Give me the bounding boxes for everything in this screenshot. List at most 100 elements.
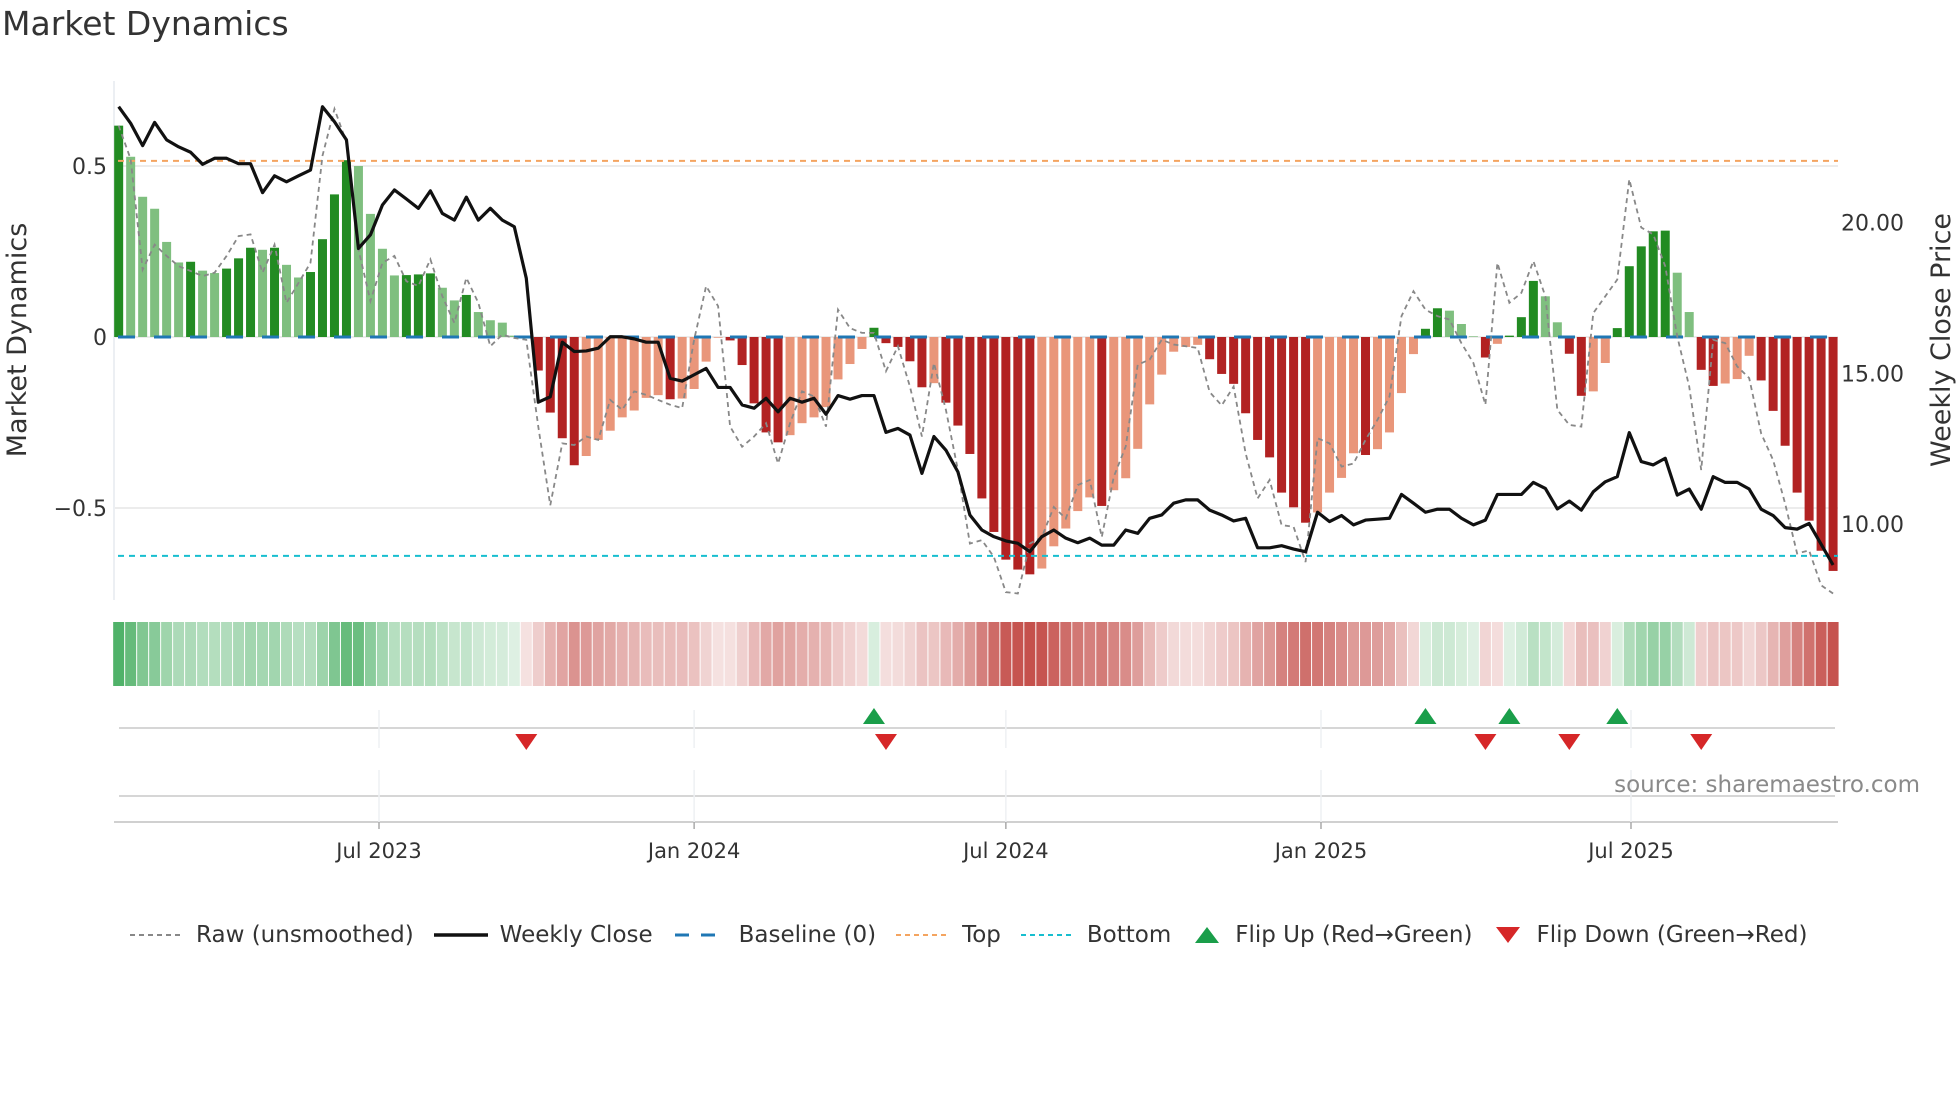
dynamics-bar <box>1792 337 1802 493</box>
dynamics-bar <box>1061 337 1071 529</box>
dynamics-bar <box>305 272 315 337</box>
y-axis-label: Market Dynamics <box>2 223 33 458</box>
heat-strip-cell <box>1551 622 1563 686</box>
heat-strip-cell <box>1527 622 1539 686</box>
heat-strip-cell <box>964 622 976 686</box>
legend-label: Bottom <box>1086 922 1172 948</box>
y2-tick-label: 20.00 <box>1841 212 1904 237</box>
heat-strip-cell <box>388 622 400 686</box>
y-tick-label: 0.5 <box>72 155 107 180</box>
heat-strip-cell <box>352 622 364 686</box>
dynamics-bar <box>1217 337 1227 374</box>
heat-strip-cell <box>856 622 868 686</box>
dynamics-bar <box>701 337 711 362</box>
dynamics-bar <box>174 262 184 337</box>
heat-strip-cell <box>1419 622 1431 686</box>
heat-strip-cell <box>1036 622 1048 686</box>
heat-strip-cell <box>1731 622 1743 686</box>
heat-strip-cell <box>532 622 544 686</box>
dynamics-bar <box>1540 296 1550 337</box>
dynamics-bar <box>713 337 723 338</box>
dynamics-bar <box>258 249 268 337</box>
dynamics-bar <box>1552 322 1562 337</box>
heat-strip-cell <box>484 622 496 686</box>
legend-item-raw: Raw (unsmoothed) <box>128 922 414 948</box>
dynamics-bar <box>150 208 160 337</box>
dynamics-bar <box>1013 337 1023 570</box>
heat-strip-cell <box>1659 622 1671 686</box>
heat-strip-cell <box>436 622 448 686</box>
dynamics-bar <box>449 300 459 337</box>
flip-up-marker <box>1414 708 1437 724</box>
heat-strip-cell <box>1803 622 1815 686</box>
heat-strip-cell <box>592 622 604 686</box>
dynamics-bar <box>1289 337 1299 508</box>
heat-strip-cell <box>1779 622 1791 686</box>
heat-strip-cell <box>1431 622 1443 686</box>
heat-strip-cell <box>952 622 964 686</box>
flip-up-marker <box>1606 708 1629 724</box>
flip-up-marker <box>1498 708 1521 724</box>
heat-strip-cell <box>1635 622 1647 686</box>
heat-strip-cell <box>1360 622 1372 686</box>
dynamics-bar <box>1816 337 1826 551</box>
flip-down-marker <box>1690 734 1713 750</box>
legend-label: Flip Up (Red→Green) <box>1235 922 1473 948</box>
heat-strip-cell <box>125 622 137 686</box>
dynamics-bar <box>545 337 555 413</box>
x-tick-label: Jul 2025 <box>1586 839 1673 863</box>
dynamics-bar <box>234 258 244 337</box>
dynamics-bar <box>797 337 807 424</box>
dynamics-bar <box>186 261 196 337</box>
dynamics-bar <box>1780 337 1790 446</box>
x-tick-label: Jul 2024 <box>961 839 1048 863</box>
dynamics-bar <box>1145 337 1155 405</box>
legend-label: Weekly Close <box>499 922 653 948</box>
y2-tick-label: 15.00 <box>1841 362 1904 387</box>
dynamics-bar <box>138 196 148 337</box>
heat-strip-cell <box>1515 622 1527 686</box>
dynamics-bar <box>641 337 651 398</box>
dynamics-bar <box>1516 317 1526 337</box>
heat-strip-cell <box>1072 622 1084 686</box>
dynamics-bar <box>246 247 256 337</box>
heat-strip-cell <box>844 622 856 686</box>
heat-strip-cell <box>724 622 736 686</box>
heat-strip-cell <box>1539 622 1551 686</box>
heat-strip-cell <box>1168 622 1180 686</box>
heat-strip-cell <box>1707 622 1719 686</box>
heat-strip-cell <box>736 622 748 686</box>
heat-strip-cell <box>580 622 592 686</box>
dynamics-bar <box>1564 337 1574 354</box>
heat-strip-cell <box>1060 622 1072 686</box>
dynamics-bar <box>198 270 208 337</box>
heat-strip-cell <box>400 622 412 686</box>
heat-strip-cell <box>604 622 616 686</box>
heat-strip-cell <box>161 622 173 686</box>
heat-strip-cell <box>1156 622 1168 686</box>
dynamics-bar <box>282 264 292 337</box>
heat-strip-cell <box>1336 622 1348 686</box>
dynamics-bar <box>1001 337 1011 560</box>
legend-swatch-top <box>896 934 951 936</box>
heat-strip-cell <box>364 622 376 686</box>
heat-strip-cell <box>1755 622 1767 686</box>
dynamics-bar <box>1097 337 1107 506</box>
heat-strip-cell <box>1611 622 1623 686</box>
dynamics-bar <box>222 268 232 337</box>
heat-strip-cell <box>1084 622 1096 686</box>
heat-strip-cell <box>916 622 928 686</box>
dynamics-bar <box>977 337 987 499</box>
dynamics-bar <box>1205 337 1215 360</box>
heat-strip-cell <box>1264 622 1276 686</box>
heat-strip-cell <box>1180 622 1192 686</box>
dynamics-bar <box>845 337 855 365</box>
heat-strip-cell <box>1491 622 1503 686</box>
legend-swatch-flip_up <box>1195 927 1220 943</box>
heat-strip-cell <box>113 622 125 686</box>
dynamics-bar <box>1648 231 1658 337</box>
dynamics-bar <box>1337 337 1347 478</box>
heat-strip-cell <box>1587 622 1599 686</box>
heat-strip <box>113 622 1839 686</box>
heat-strip-cell <box>688 622 700 686</box>
